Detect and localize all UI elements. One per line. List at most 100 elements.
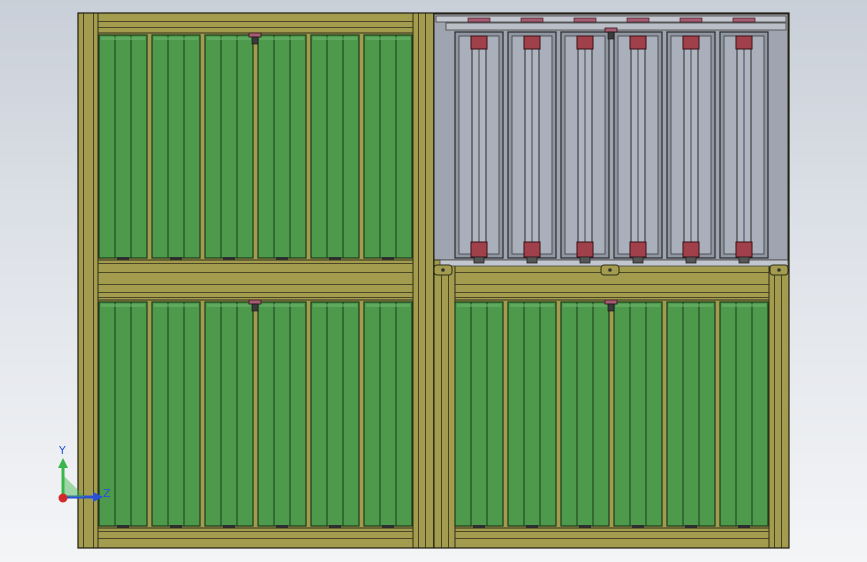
pv-module (613, 301, 663, 528)
rack-bay (560, 17, 610, 264)
pv-module (507, 301, 557, 528)
pv-module-highlight (207, 304, 251, 307)
pv-module-highlight (207, 37, 251, 40)
pv-module (719, 301, 769, 528)
pv-module-foot (276, 257, 288, 260)
rack-bay (454, 17, 504, 264)
pv-module-highlight (260, 304, 304, 307)
pv-module-foot (685, 525, 697, 528)
y-axis-arrowhead (58, 458, 68, 468)
pv-module-foot (170, 257, 182, 260)
pv-module-body (204, 301, 254, 527)
pv-module-foot (526, 525, 538, 528)
pv-module (257, 301, 307, 528)
rack-lug (520, 17, 544, 23)
pv-module-body (204, 34, 254, 259)
pv-module-foot (117, 525, 129, 528)
rack-lug (573, 17, 597, 23)
pv-module-body (310, 301, 360, 527)
rack-bottom-cap (735, 241, 753, 258)
pv-module (98, 34, 148, 260)
rack-foot (685, 256, 697, 264)
rack-foot (738, 256, 750, 264)
pv-module-highlight (313, 37, 357, 40)
rack-bay (613, 17, 663, 264)
pv-module (257, 34, 307, 260)
pv-module-body (363, 301, 413, 527)
rack-foot (579, 256, 591, 264)
hinge-bracket-bolt (608, 268, 612, 272)
rack-lug (732, 17, 756, 23)
pv-module-highlight (510, 304, 554, 307)
left-post (77, 12, 99, 549)
pv-module-foot (276, 525, 288, 528)
pv-module-body (151, 34, 201, 259)
pv-module-body (257, 301, 307, 527)
rack-top-cap (629, 35, 647, 50)
rack-quadrant (433, 13, 789, 276)
pv-module-body (257, 34, 307, 259)
pv-module-body (560, 301, 610, 527)
pv-module-body (363, 34, 413, 259)
rack-lug (467, 17, 491, 23)
connector-head (604, 299, 618, 305)
pv-module-highlight (457, 304, 501, 307)
rack-bay (507, 17, 557, 264)
pv-module-foot (382, 525, 394, 528)
pv-module-body (507, 301, 557, 527)
pv-module (151, 301, 201, 528)
pv-module-body (151, 301, 201, 527)
pv-module-foot (329, 525, 341, 528)
hinge-bracket (433, 264, 453, 276)
pv-module (310, 34, 360, 260)
connector-head (248, 299, 262, 305)
pv-module (666, 301, 716, 528)
pv-module-highlight (366, 37, 410, 40)
pv-module-foot (579, 525, 591, 528)
z-axis-label: Z (103, 487, 111, 500)
rack-top-cap (576, 35, 594, 50)
rack-bay (719, 17, 769, 264)
rack-bottom-cap (682, 241, 700, 258)
rack-foot (473, 256, 485, 264)
pv-module-foot (329, 257, 341, 260)
connector-stem (607, 303, 615, 312)
rack-bottom-cap (470, 241, 488, 258)
rack-bay (666, 17, 716, 264)
rack-bottom-cap (523, 241, 541, 258)
pv-module-foot (223, 525, 235, 528)
hinge-bracket (600, 264, 620, 276)
pv-module-foot (473, 525, 485, 528)
connector-head (248, 32, 262, 38)
pv-module-highlight (101, 37, 145, 40)
connector-stem (251, 303, 259, 312)
pv-module (204, 301, 254, 528)
connector-head (604, 27, 618, 33)
pv-module-foot (738, 525, 750, 528)
cad-viewport[interactable]: Y Z (0, 0, 867, 562)
rack-lug (679, 17, 703, 23)
rack-top-cap (470, 35, 488, 50)
pv-module-highlight (366, 304, 410, 307)
rack-top-cap (735, 35, 753, 50)
hinge-bracket-bolt (777, 268, 781, 272)
rack-bottom-cap (629, 241, 647, 258)
rack-lug (626, 17, 650, 23)
pv-module-foot (382, 257, 394, 260)
pv-module (310, 301, 360, 528)
pv-module-highlight (313, 304, 357, 307)
container-assembly-model[interactable] (77, 12, 790, 549)
pv-module-body (454, 301, 504, 527)
x-axis-dot (58, 493, 68, 503)
pv-module (151, 34, 201, 260)
pv-module-highlight (154, 37, 198, 40)
pv-module-foot (223, 257, 235, 260)
pv-module-body (310, 34, 360, 259)
pv-module-foot (170, 525, 182, 528)
pv-module-highlight (669, 304, 713, 307)
pv-module (454, 301, 504, 528)
pv-module-highlight (563, 304, 607, 307)
rack-top-cap (523, 35, 541, 50)
pv-module-highlight (154, 304, 198, 307)
y-axis-label: Y (58, 444, 66, 457)
